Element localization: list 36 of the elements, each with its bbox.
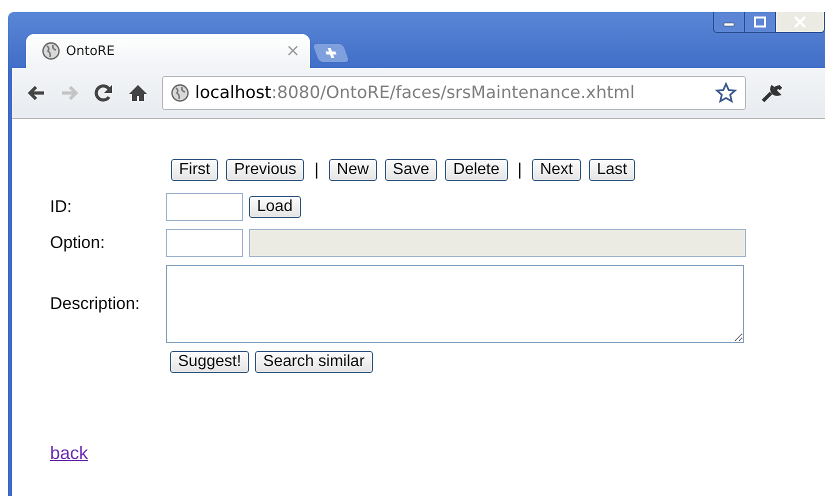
separator: | bbox=[518, 160, 522, 180]
home-icon[interactable] bbox=[128, 83, 148, 103]
form-button[interactable]: Search similar bbox=[255, 351, 373, 373]
maximize-icon bbox=[753, 16, 767, 28]
close-icon bbox=[793, 16, 807, 28]
new-tab-button[interactable] bbox=[312, 44, 350, 62]
load-button[interactable]: Load bbox=[249, 196, 301, 218]
toolbar-button[interactable]: Next bbox=[532, 159, 581, 181]
back-arrow-icon[interactable] bbox=[26, 84, 46, 102]
back-link[interactable]: back bbox=[50, 443, 88, 464]
description-textarea[interactable] bbox=[166, 265, 744, 343]
toolbar-button[interactable]: Save bbox=[384, 159, 438, 181]
field-label: Option: bbox=[50, 233, 106, 253]
browser-tab[interactable]: OntoRE × bbox=[26, 34, 310, 68]
field-label: ID: bbox=[50, 197, 73, 217]
separator: | bbox=[314, 160, 319, 180]
minimize-button[interactable] bbox=[714, 12, 745, 32]
tab-title: OntoRE bbox=[66, 44, 116, 58]
option-input-field[interactable] bbox=[166, 229, 243, 257]
form-button[interactable]: Suggest! bbox=[170, 351, 250, 373]
toolbar-button[interactable]: Delete bbox=[445, 159, 508, 181]
toolbar-button[interactable]: Last bbox=[588, 159, 636, 181]
id-input-field[interactable] bbox=[166, 193, 243, 221]
address-bar[interactable]: localhost:8080/OntoRE/faces/srsMaintenance.xhtml bbox=[162, 76, 746, 110]
toolbar-button[interactable]: First bbox=[171, 159, 218, 181]
url-text: localhost:8080/OntoRE/faces/srsMaintenance.xhtml bbox=[195, 83, 636, 103]
wrench-icon[interactable] bbox=[760, 82, 782, 104]
globe-icon bbox=[42, 42, 60, 60]
plus-icon bbox=[322, 47, 340, 59]
star-icon[interactable] bbox=[715, 82, 737, 104]
reload-icon[interactable] bbox=[94, 83, 114, 103]
globe-icon bbox=[171, 84, 189, 102]
maximize-button[interactable] bbox=[745, 12, 776, 32]
toolbar-button[interactable]: New bbox=[328, 159, 377, 181]
toolbar-button[interactable]: Previous bbox=[226, 159, 304, 181]
field-label: Description: bbox=[50, 294, 141, 314]
